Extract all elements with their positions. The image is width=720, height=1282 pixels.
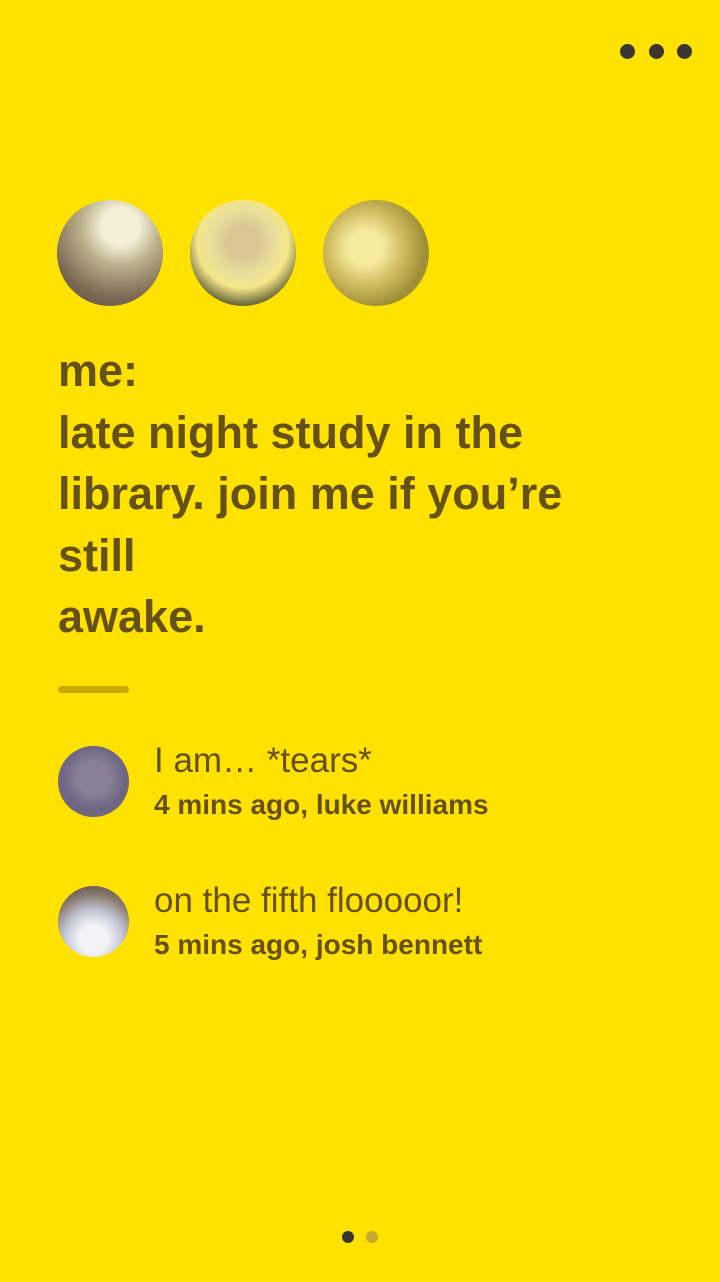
dot-icon xyxy=(677,43,692,59)
comment-text: on the fifth flooooor! xyxy=(154,881,464,920)
page-dot[interactable] xyxy=(366,1231,378,1243)
dot-icon xyxy=(648,43,664,59)
comment-item[interactable]: I am… *tears* 4 mins ago, luke williams xyxy=(58,741,489,822)
avatar[interactable] xyxy=(57,200,163,306)
page-indicator xyxy=(342,1231,378,1243)
page-dot-active[interactable] xyxy=(342,1231,354,1243)
post-author-label: me: xyxy=(58,345,139,396)
participant-avatars xyxy=(57,200,429,306)
post-line: still xyxy=(58,529,136,581)
avatar[interactable] xyxy=(323,200,429,306)
post-line: library. join me if you’re xyxy=(58,468,563,519)
comment-meta: 5 mins ago, josh bennett xyxy=(154,929,483,960)
comment-item[interactable]: on the fifth flooooor! 5 mins ago, josh … xyxy=(58,881,483,962)
divider xyxy=(58,686,129,693)
post-line: late night study in the xyxy=(58,406,524,458)
dot-icon xyxy=(620,43,635,59)
avatar[interactable] xyxy=(190,200,296,306)
comment-meta: 4 mins ago, luke williams xyxy=(154,789,489,820)
avatar[interactable] xyxy=(58,746,129,817)
more-options-button[interactable] xyxy=(620,40,692,62)
post-line: awake. xyxy=(58,591,206,642)
post-message: me: late night study in the library. joi… xyxy=(58,340,658,648)
avatar[interactable] xyxy=(58,886,129,957)
comment-text: I am… *tears* xyxy=(154,741,372,780)
